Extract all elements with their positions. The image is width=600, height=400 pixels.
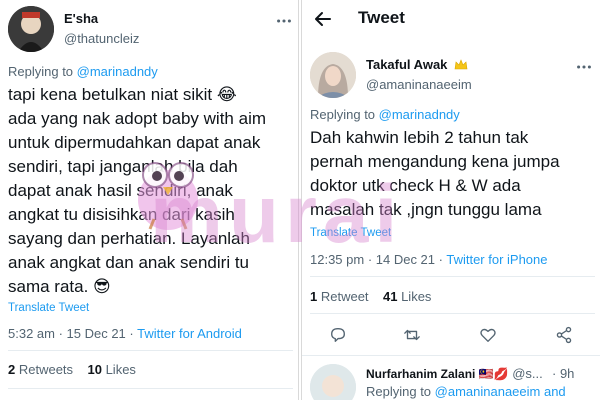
tweet-line: angkat tu disisihkan dari kasih bbox=[8, 205, 235, 224]
tweet-line: sayang dan perhatian. Layanlah bbox=[8, 229, 250, 248]
verified-crown-icon bbox=[454, 59, 468, 74]
replying-prefix: Replying to bbox=[8, 64, 77, 79]
reply-replying-to: Replying to @amaninanaeeim and bbox=[366, 384, 566, 399]
replying-prefix: Replying to bbox=[310, 107, 379, 122]
share-icon[interactable] bbox=[554, 325, 574, 345]
tweet-line: Dah kahwin lebih 2 tahun tak bbox=[310, 128, 529, 147]
divider bbox=[8, 350, 293, 351]
likes-stat[interactable]: 41 Likes bbox=[383, 289, 431, 304]
tweet-line: sama rata. 😎 bbox=[8, 277, 111, 296]
right-tweet-meta: 12:35 pm · 14 Dec 21 · Twitter for iPhon… bbox=[310, 252, 548, 267]
back-arrow-icon[interactable] bbox=[312, 8, 334, 30]
left-display-name[interactable]: E'sha bbox=[64, 11, 98, 26]
left-tweet-meta: 5:32 am · 15 Dec 21 · Twitter for Androi… bbox=[8, 326, 242, 341]
nurfarhanim-avatar[interactable] bbox=[310, 364, 356, 400]
replying-prefix: Replying to bbox=[366, 384, 435, 399]
tweet-line: masalah tak ,jngn tunggu lama bbox=[310, 200, 542, 219]
right-translate-tweet[interactable]: Translate Tweet bbox=[310, 227, 391, 239]
retweet-icon[interactable] bbox=[402, 325, 422, 345]
tweet-line: sendiri, tapi janganlah bila dah bbox=[8, 157, 238, 176]
left-translate-tweet[interactable]: Translate Tweet bbox=[8, 302, 89, 314]
divider bbox=[310, 313, 595, 314]
right-tweet-stats: 1 Retweet 41 Likes bbox=[310, 289, 431, 304]
tweet-source[interactable]: Twitter for iPhone bbox=[446, 252, 547, 267]
retweets-stat[interactable]: 1 Retweet bbox=[310, 289, 369, 304]
right-display-name[interactable]: Takaful Awak bbox=[366, 57, 468, 74]
tweet-line: untuk dipermudahkan dapat anak bbox=[8, 133, 261, 152]
tweet-timestamp[interactable]: 12:35 pm · 14 Dec 21 · bbox=[310, 252, 446, 267]
tweet-line: dapat anak hasil sendiri, anak bbox=[8, 181, 233, 200]
left-tweet-stats: 2 Retweets 10 Likes bbox=[8, 362, 136, 377]
replying-to-link[interactable]: @marinadndy bbox=[77, 64, 158, 79]
tweet-timestamp[interactable]: 5:32 am · 15 Dec 21 · bbox=[8, 326, 137, 341]
more-dots-icon[interactable] bbox=[574, 57, 594, 77]
left-tweet-body: tapi kena betulkan niat sikit 😂 ada yang… bbox=[8, 83, 298, 299]
tweet-source[interactable]: Twitter for Android bbox=[137, 326, 242, 341]
divider bbox=[8, 388, 293, 389]
right-tweet-body: Dah kahwin lebih 2 tahun tak pernah meng… bbox=[310, 126, 600, 222]
like-icon[interactable] bbox=[478, 325, 498, 345]
retweets-stat[interactable]: 2 Retweets bbox=[8, 362, 73, 377]
avatar-image bbox=[310, 364, 356, 400]
tweet-line: doktor utk check H & W ada bbox=[310, 176, 521, 195]
replying-to-link[interactable]: @amaninanaeeim and bbox=[435, 384, 566, 399]
right-handle[interactable]: @amaninanaeeim bbox=[366, 77, 472, 92]
page-title: Tweet bbox=[358, 8, 405, 27]
reply-icon[interactable] bbox=[328, 325, 348, 345]
tweet-line: anak angkat dan anak sendiri tu bbox=[8, 253, 250, 272]
left-replying-to: Replying to @marinadndy bbox=[8, 64, 158, 79]
right-tweet-panel: Tweet Takaful Awak @amaninanaeeim Replyi… bbox=[302, 0, 600, 400]
left-tweet-panel: E'sha @thatuncleiz Replying to @marinadn… bbox=[0, 0, 298, 400]
reply-handle[interactable]: @s... bbox=[509, 366, 543, 381]
tweet-line: tapi kena betulkan niat sikit 😂 bbox=[8, 85, 237, 104]
avatar-image bbox=[8, 6, 54, 52]
replying-to-link[interactable]: @marinadndy bbox=[379, 107, 460, 122]
likes-stat[interactable]: 10 Likes bbox=[88, 362, 136, 377]
reply-display-name[interactable]: Nurfarhanim Zalani 🇲🇾💋 @s... bbox=[366, 366, 543, 381]
takaful-avatar[interactable] bbox=[310, 52, 356, 98]
left-handle[interactable]: @thatuncleiz bbox=[64, 31, 139, 46]
avatar-image bbox=[310, 52, 356, 98]
divider bbox=[302, 355, 600, 356]
tweet-line: ada yang nak adopt baby with aim bbox=[8, 109, 267, 128]
more-dots-icon[interactable] bbox=[274, 11, 294, 31]
divider bbox=[310, 276, 595, 277]
tweet-line: pernah mengandung kena jumpa bbox=[310, 152, 560, 171]
esha-avatar[interactable] bbox=[8, 6, 54, 52]
reply-time: · 9h bbox=[552, 366, 575, 381]
right-replying-to: Replying to @marinadndy bbox=[310, 107, 460, 122]
